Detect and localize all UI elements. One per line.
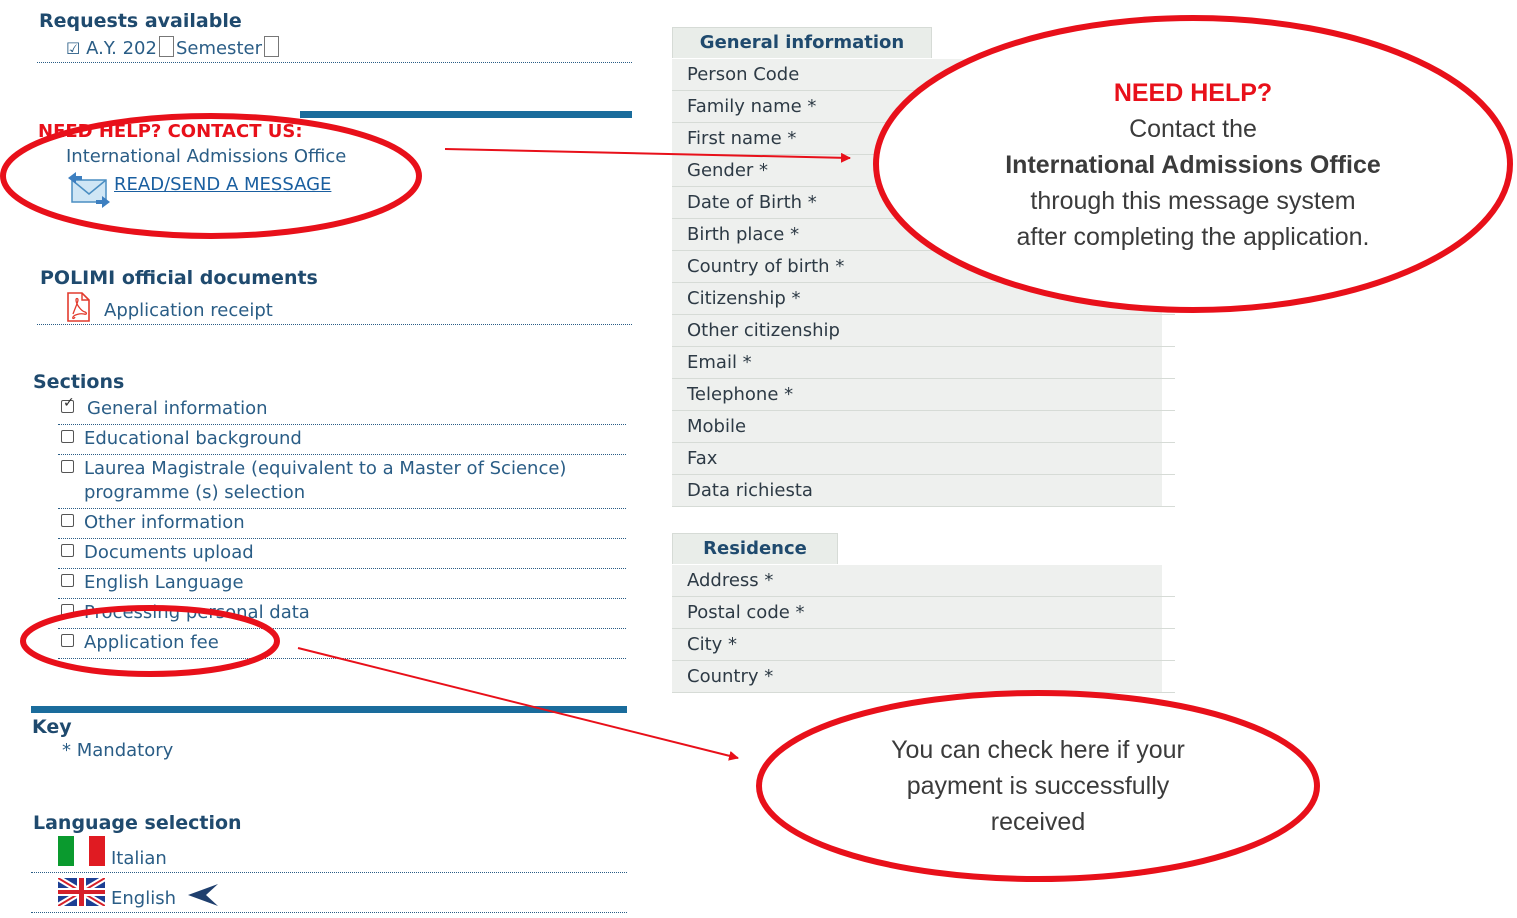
- help-arrow: [444, 148, 851, 163]
- payment-callout: You can check here if your payment is su…: [858, 732, 1218, 840]
- help-callout-line3: through this message system: [1030, 187, 1356, 215]
- payment-callout-line2: payment is successfully: [906, 772, 1170, 800]
- application-fee-highlight-ellipse: [20, 605, 280, 677]
- help-callout-line2: International Admissions Office: [1005, 151, 1381, 179]
- payment-callout-line1: You can check here if your: [891, 736, 1185, 764]
- help-callout: NEED HELP? Contact the International Adm…: [963, 75, 1423, 255]
- help-callout-title: NEED HELP?: [1113, 79, 1273, 107]
- help-callout-line4: after completing the application.: [1016, 223, 1370, 251]
- help-callout-line1: Contact the: [1129, 115, 1257, 143]
- help-highlight-ellipse: [0, 113, 422, 239]
- payment-callout-line3: received: [990, 808, 1086, 836]
- payment-arrow: [297, 647, 739, 761]
